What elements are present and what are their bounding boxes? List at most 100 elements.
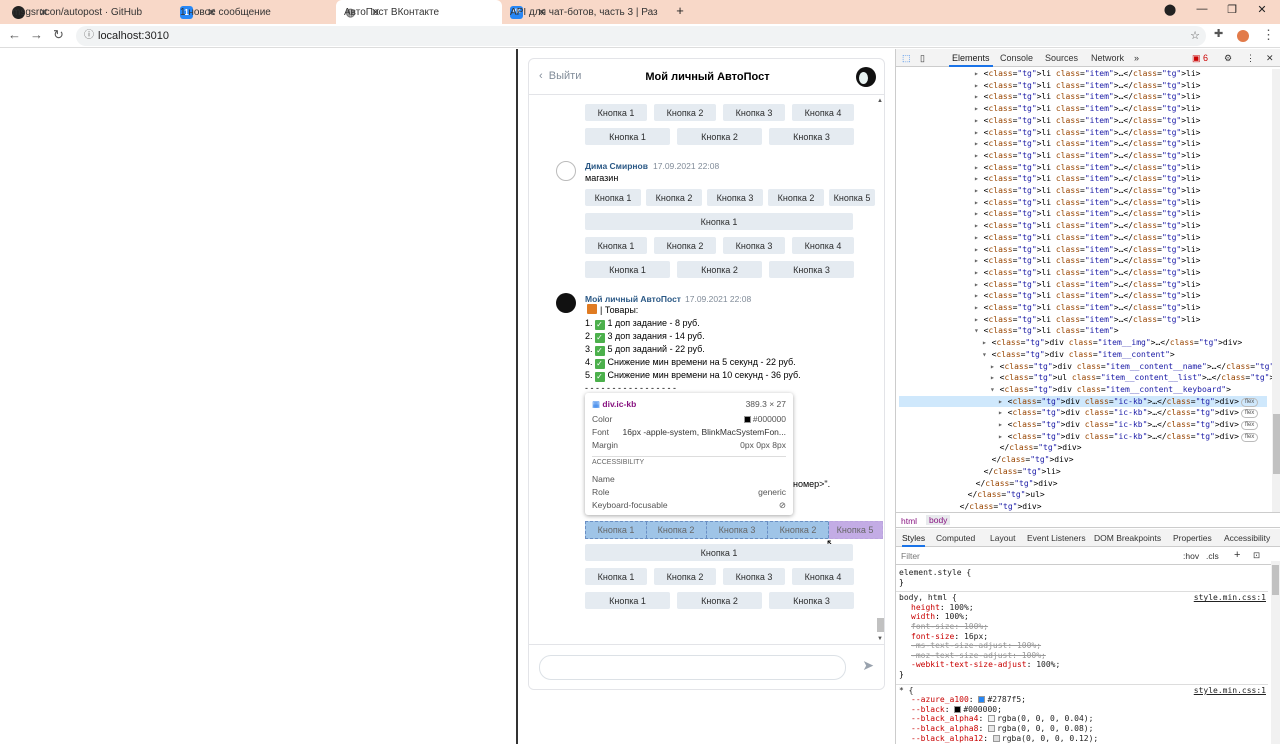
message-input[interactable] <box>539 655 846 680</box>
restore-button[interactable]: ❐ <box>1222 3 1242 16</box>
keyboard-button[interactable]: Кнопка 1 <box>585 568 647 585</box>
avatar[interactable] <box>556 161 576 181</box>
keyboard-button[interactable]: Кнопка 3 <box>723 104 785 121</box>
keyboard-button[interactable]: Кнопка 2 <box>646 189 702 206</box>
back-arrow-icon[interactable]: ← <box>8 27 21 42</box>
dom-node[interactable]: ▸ <class="tg">li class="item">…</class="… <box>974 208 1200 220</box>
dom-node[interactable]: ▸ <class="tg">li class="item">…</class="… <box>974 290 1200 302</box>
new-tab-button[interactable]: + <box>670 3 690 18</box>
flex-badge[interactable]: flex <box>1240 409 1259 419</box>
sender-name[interactable]: Дима Смирнов <box>585 161 648 171</box>
scrollbar[interactable]: ▲ ▼ <box>875 96 884 644</box>
keyboard-button[interactable]: Кнопка 3 <box>707 522 768 538</box>
avatar[interactable] <box>856 67 876 87</box>
keyboard-button[interactable]: Кнопка 4 <box>792 568 854 585</box>
dom-node[interactable]: ▸ <class="tg">ul class="item__content__l… <box>990 372 1280 384</box>
tree-scrollbar[interactable] <box>1272 69 1280 512</box>
minimize-button[interactable]: — <box>1192 3 1212 15</box>
dom-node[interactable]: ▸ <class="tg">li class="item">…</class="… <box>974 267 1200 279</box>
scroll-thumb[interactable] <box>1273 414 1280 474</box>
keyboard-button[interactable]: Кнопка 2 <box>654 568 716 585</box>
dom-node[interactable]: ▸ <class="tg">div class="ic-kb">…</class… <box>998 419 1259 431</box>
close-window-button[interactable]: ✕ <box>1252 3 1272 16</box>
menu-icon[interactable]: ⋮ <box>1246 53 1255 64</box>
styles-pane[interactable]: element.style {} style.min.css:1 body, htm… <box>896 566 1268 744</box>
tab-autopost[interactable]: ◍ АвтоПост ВКонтакте ✕ <box>336 0 502 24</box>
keyboard-button[interactable]: Кнопка 2 <box>654 104 716 121</box>
keyboard-button[interactable]: Кнопка 1 <box>585 128 670 145</box>
tab-new-message[interactable]: 1 1 новое сообщение ✕ <box>172 0 338 24</box>
dom-node[interactable]: ▸ <class="tg">div class="ic-kb">…</class… <box>998 431 1259 443</box>
keyboard-button[interactable]: Кнопка 3 <box>769 592 854 609</box>
dom-node[interactable]: ▸ <class="tg">li class="item">…</class="… <box>974 115 1200 127</box>
tab-github[interactable]: msgsrucon/autopost · GitHub ✕ <box>4 0 170 24</box>
keyboard-button[interactable]: Кнопка 4 <box>792 104 854 121</box>
style-tab[interactable]: Layout <box>990 533 1016 543</box>
scroll-up-icon[interactable]: ▲ <box>877 98 883 104</box>
dom-tree[interactable]: ▸ <class="tg">li class="item">…</class="… <box>896 68 1280 512</box>
tab-network[interactable]: Network <box>1091 53 1124 63</box>
style-tab[interactable]: Event Listeners <box>1027 533 1086 543</box>
crumb-html[interactable]: html <box>901 516 917 526</box>
keyboard-button[interactable]: Кнопка 1 <box>585 213 853 230</box>
keyboard-button[interactable]: Кнопка 5 <box>829 189 875 206</box>
dom-node[interactable]: ▸ <class="tg">li class="item">…</class="… <box>974 68 1200 80</box>
dom-node[interactable]: </class="tg">div> <box>982 454 1074 466</box>
record-icon[interactable]: ⬤ <box>1160 3 1180 16</box>
toggle-sidebar-icon[interactable]: ⊡ <box>1253 550 1260 561</box>
add-rule-icon[interactable]: + <box>1234 549 1240 561</box>
style-tab[interactable]: Styles <box>902 533 926 547</box>
style-tab[interactable]: Properties <box>1173 533 1212 543</box>
style-tab[interactable]: Computed <box>936 533 975 543</box>
scroll-thumb[interactable] <box>1272 565 1279 595</box>
keyboard-button[interactable]: Кнопка 4 <box>792 237 854 254</box>
dom-node[interactable]: ▸ <class="tg">li class="item">…</class="… <box>974 244 1200 256</box>
filter-input[interactable]: Filter <box>901 551 920 561</box>
dom-node[interactable]: </class="tg">div> <box>966 478 1058 490</box>
keyboard-button[interactable]: Кнопка 1 <box>586 522 647 538</box>
keyboard-button[interactable]: Кнопка 2 <box>654 237 716 254</box>
dom-node[interactable]: ▾ <class="tg">li class="item"> <box>974 325 1119 337</box>
keyboard-button[interactable]: Кнопка 1 <box>585 104 647 121</box>
device-icon[interactable]: ▯ <box>920 53 925 64</box>
keyboard-button[interactable]: Кнопка 2 <box>677 261 762 278</box>
menu-icon[interactable]: ⋮ <box>1262 27 1275 43</box>
dom-node[interactable]: ▸ <class="tg">li class="item">…</class="… <box>974 150 1200 162</box>
scroll-thumb[interactable] <box>877 618 884 632</box>
keyboard-button[interactable]: Кнопка 1 <box>585 592 670 609</box>
dom-node[interactable]: ▸ <class="tg">li class="item">…</class="… <box>974 255 1200 267</box>
more-tabs-icon[interactable]: » <box>1134 53 1139 63</box>
keyboard-button[interactable]: Кнопка 3 <box>769 128 854 145</box>
flex-badge[interactable]: flex <box>1240 421 1259 430</box>
dom-node[interactable]: ▸ <class="tg">li class="item">…</class="… <box>974 91 1200 103</box>
reload-icon[interactable]: ↻ <box>53 27 64 43</box>
dom-node[interactable]: ▾ <class="tg">div class="item__content__… <box>990 384 1231 396</box>
sender-name[interactable]: Мой личный АвтоПост <box>585 294 681 304</box>
dom-node[interactable]: ▸ <class="tg">div class="item__content__… <box>990 361 1280 373</box>
keyboard-button[interactable]: Кнопка 1 <box>585 261 670 278</box>
dom-node[interactable]: ▸ <class="tg">li class="item">…</class="… <box>974 220 1200 232</box>
tab-vk-api[interactable]: VK API для чат-ботов, часть 3 | Раз ✕ <box>502 0 668 24</box>
scroll-down-icon[interactable]: ▼ <box>877 636 883 642</box>
dom-node[interactable]: ▾ <class="tg">div class="item__content"> <box>982 349 1175 361</box>
dom-node[interactable]: ▸ <class="tg">li class="item">…</class="… <box>974 127 1200 139</box>
avatar[interactable] <box>556 293 576 313</box>
hov-button[interactable]: :hov <box>1183 551 1199 561</box>
keyboard-button[interactable]: Кнопка 3 <box>769 261 854 278</box>
dom-node[interactable]: ▸ <class="tg">li class="item">…</class="… <box>974 197 1200 209</box>
dom-node[interactable]: ▸ <class="tg">li class="item">…</class="… <box>974 103 1200 115</box>
tab-elements[interactable]: Elements <box>949 53 993 67</box>
issues-badge[interactable]: ▣ 6 <box>1192 53 1208 64</box>
dom-node[interactable]: ▸ <class="tg">li class="item">…</class="… <box>974 80 1200 92</box>
cls-button[interactable]: .cls <box>1206 551 1219 561</box>
profile-avatar[interactable] <box>1237 30 1249 42</box>
keyboard-button[interactable]: Кнопка 3 <box>723 237 785 254</box>
dom-node[interactable]: ▸ <class="tg">li class="item">…</class="… <box>974 162 1200 174</box>
dom-node[interactable]: </class="tg">ul> <box>958 489 1045 501</box>
dom-node[interactable]: ▸ <class="tg">div class="item__img">…</c… <box>982 337 1242 349</box>
source-link[interactable]: style.min.css:1 <box>1194 686 1266 696</box>
flex-badge[interactable]: flex <box>1240 432 1259 442</box>
dom-node[interactable]: ▸ <class="tg">li class="item">…</class="… <box>974 173 1200 185</box>
dom-node[interactable]: ▸ <class="tg">li class="item">…</class="… <box>974 314 1200 326</box>
star-icon[interactable]: ☆ <box>1190 26 1200 46</box>
